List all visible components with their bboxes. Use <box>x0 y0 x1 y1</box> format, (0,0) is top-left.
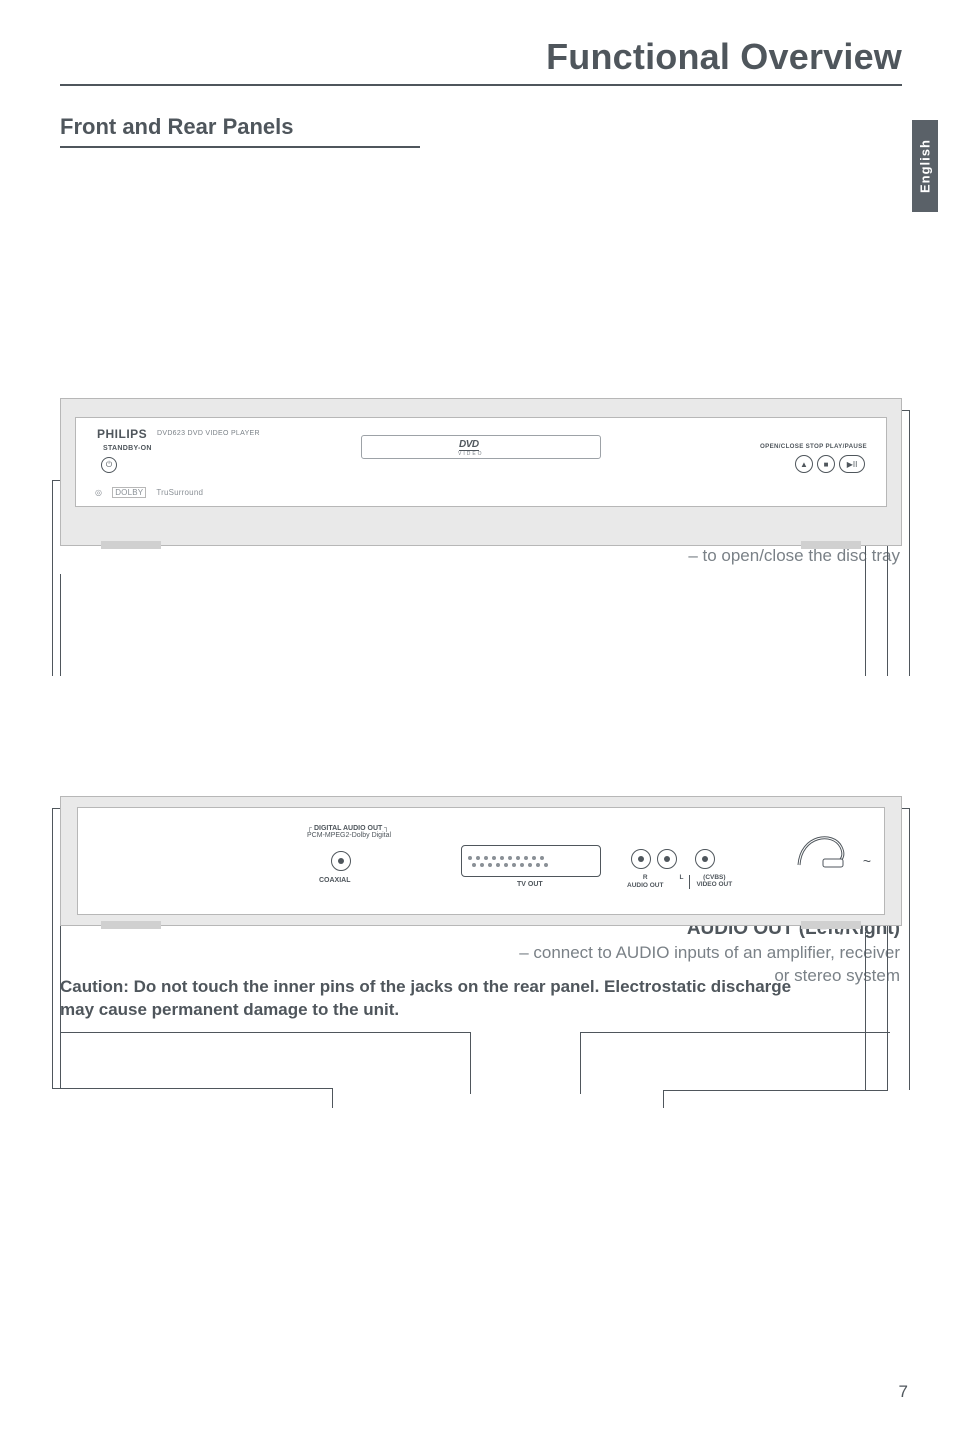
device-foot <box>101 921 161 929</box>
standby-label: STANDBY-ON <box>103 445 152 452</box>
compact-disc-icon: ◎ <box>95 488 102 497</box>
device-foot <box>101 541 161 549</box>
coaxial-label: COAXIAL <box>319 877 351 884</box>
trusurround-logo: TruSurround <box>156 488 203 497</box>
title-rule <box>60 84 902 86</box>
audio-jack-l[interactable] <box>657 849 677 869</box>
eject-icon: ▲ <box>800 460 808 469</box>
device-foot <box>801 921 861 929</box>
control-labels: OPEN/CLOSE STOP PLAY/PAUSE <box>760 443 867 450</box>
dolby-logo: DOLBY <box>112 487 146 498</box>
dvd-logo: DVD <box>459 439 479 451</box>
play-pause-icon: ▶II <box>847 460 858 469</box>
section-heading: Front and Rear Panels <box>60 114 902 140</box>
leader-line <box>52 480 53 676</box>
digital-audio-out-label: ┌DIGITAL AUDIO OUT┐ PCM-MPEG2-Dolby Digi… <box>307 825 391 840</box>
stop-button[interactable]: ■ <box>817 455 835 473</box>
ac-symbol: ~ <box>863 853 871 869</box>
leader-line <box>909 410 910 676</box>
cvbs-jack[interactable] <box>695 849 715 869</box>
open-close-button[interactable]: ▲ <box>795 455 813 473</box>
leader-line <box>580 1032 581 1094</box>
leader-line <box>470 1032 471 1094</box>
section-rule <box>60 146 420 148</box>
format-logos: ◎ DOLBY TruSurround <box>95 487 203 498</box>
leader-line <box>865 932 866 1090</box>
leader-line <box>52 1088 332 1089</box>
front-panel-illustration: PHILIPS DVD623 DVD VIDEO PLAYER STANDBY-… <box>60 398 902 546</box>
brand-logo: PHILIPS <box>97 427 147 441</box>
tvout-label: TV OUT <box>517 881 543 888</box>
language-tab: English <box>912 120 938 212</box>
leader-line <box>865 538 866 676</box>
audio-jack-r[interactable] <box>631 849 651 869</box>
leader-line <box>909 808 910 1090</box>
leader-line <box>52 808 53 1088</box>
audio-sub: – connect to AUDIO inputs of an amplifie… <box>500 942 900 988</box>
leader-line <box>664 1090 888 1091</box>
leader-line <box>580 1032 890 1033</box>
scart-connector[interactable] <box>461 845 601 877</box>
page-title: Functional Overview <box>546 36 902 78</box>
mains-cord <box>797 825 867 869</box>
leader-line <box>60 1032 470 1033</box>
av-labels: RAUDIO OUT L (CVBS)VIDEO OUT <box>627 875 732 889</box>
dvd-logo-sub: VIDEO <box>458 451 484 457</box>
play-pause-button[interactable]: ▶II <box>839 455 865 473</box>
coaxial-jack[interactable] <box>331 851 351 871</box>
leader-line <box>332 1088 333 1108</box>
leader-line <box>60 574 61 676</box>
brand-model: DVD623 DVD VIDEO PLAYER <box>157 430 260 437</box>
power-button[interactable]: ⏻ <box>101 457 117 473</box>
device-foot <box>801 541 861 549</box>
page-number: 7 <box>899 1382 908 1402</box>
stop-glyph-icon: ■ <box>824 460 829 469</box>
rear-panel-illustration: ┌DIGITAL AUDIO OUT┐ PCM-MPEG2-Dolby Digi… <box>60 796 902 926</box>
leader-line <box>663 1090 664 1108</box>
power-icon: ⏻ <box>106 460 112 470</box>
